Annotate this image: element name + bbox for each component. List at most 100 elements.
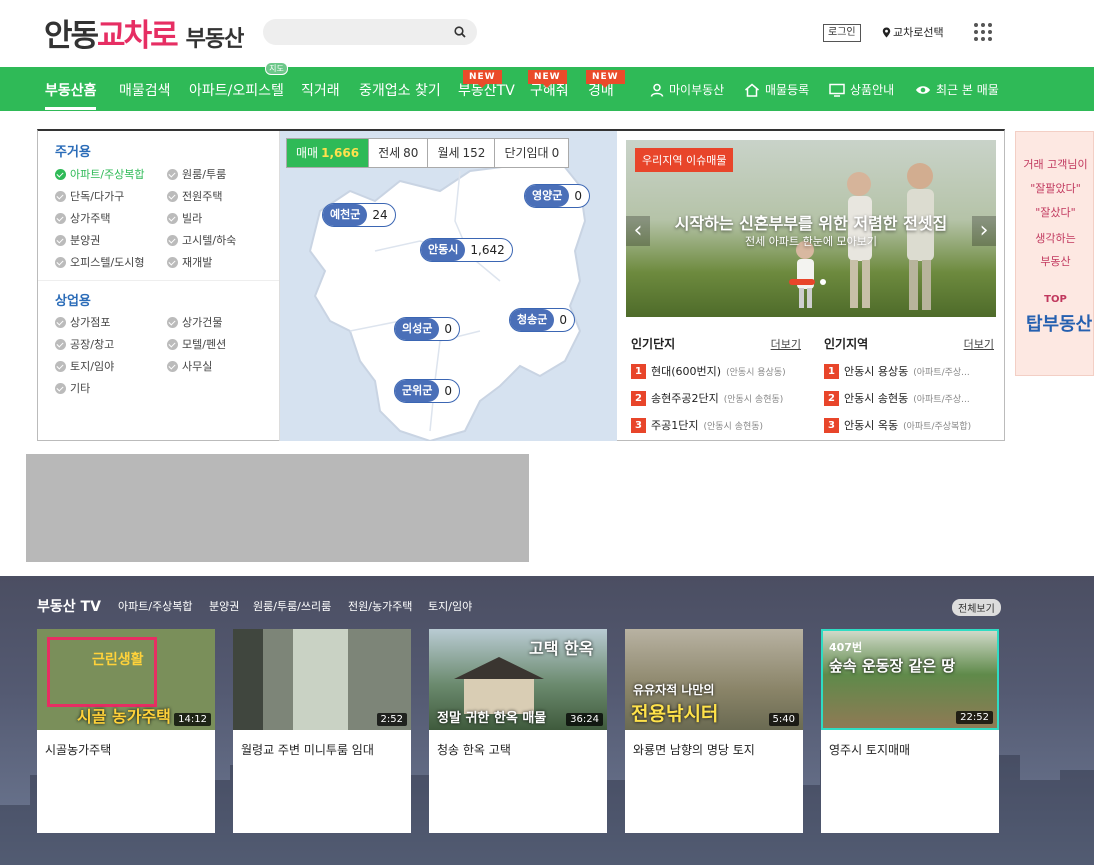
tv-view-all-button[interactable]: 전체보기 xyxy=(952,599,1001,616)
video-thumbnail[interactable]: 407번 숲속 운동장 같은 땅 22:52 xyxy=(821,629,999,730)
option-label: 고시텔/하숙 xyxy=(182,234,237,247)
popular-region-more-link[interactable]: 더보기 xyxy=(964,336,994,352)
banner-placeholder[interactable] xyxy=(26,454,529,562)
location-select-button[interactable]: 교차로선택 xyxy=(882,24,944,40)
option-redevelopment[interactable]: 재개발 xyxy=(167,254,212,270)
region-pin-yecheon[interactable]: 예천군 24 xyxy=(322,203,396,227)
option-motel[interactable]: 모텔/펜션 xyxy=(167,336,226,352)
nav-item-direct[interactable]: 직거래 xyxy=(301,80,340,100)
video-card[interactable]: 고택 한옥 정말 귀한 한옥 매물 36:24 청송 한옥 고택 xyxy=(429,629,607,833)
option-villa[interactable]: 빌라 xyxy=(167,210,202,226)
region-pin-gunwi[interactable]: 군위군 0 xyxy=(394,379,461,403)
popular-region-item[interactable]: 1 안동시 용상동 (아파트/주상... xyxy=(824,363,994,379)
video-caption[interactable]: 시골농가주택 xyxy=(45,741,111,758)
nav-my-realestate[interactable]: 마이부동산 xyxy=(650,81,724,98)
option-factory[interactable]: 공장/창고 xyxy=(55,336,114,352)
nav-item-request[interactable]: NEW 구해줘 xyxy=(528,70,569,100)
popular-complex-more-link[interactable]: 더보기 xyxy=(771,336,801,352)
option-office[interactable]: 사무실 xyxy=(167,358,212,374)
region-pin-cheongsong[interactable]: 청송군 0 xyxy=(509,308,576,332)
nav-item-home[interactable]: 부동산홈 xyxy=(45,80,97,100)
option-detached[interactable]: 단독/다가구 xyxy=(55,188,124,204)
tab-short-term[interactable]: 단기임대 0 xyxy=(494,139,568,167)
login-button[interactable]: 로그인 xyxy=(823,24,861,42)
slider-next-icon[interactable]: › xyxy=(972,216,996,246)
tv-tab-presale[interactable]: 분양권 xyxy=(209,598,239,614)
category-divider xyxy=(38,280,279,281)
video-caption[interactable]: 청송 한옥 고택 xyxy=(437,741,511,758)
tv-tab-country[interactable]: 전원/농가주택 xyxy=(348,598,412,614)
popular-complex-item[interactable]: 2 송현주공2단지 (안동시 송현동) xyxy=(631,390,801,406)
option-store[interactable]: 상가점포 xyxy=(55,314,110,330)
video-thumbnail[interactable]: 고택 한옥 정말 귀한 한옥 매물 36:24 xyxy=(429,629,607,730)
nav-product-info[interactable]: 상품안내 xyxy=(829,81,894,98)
checkbox-icon xyxy=(55,212,66,224)
popular-region-item[interactable]: 3 안동시 옥동 (아파트/주상복합) xyxy=(824,417,994,433)
option-building[interactable]: 상가건물 xyxy=(167,314,222,330)
option-apartment[interactable]: 아파트/주상복합 xyxy=(55,166,145,182)
video-card[interactable]: 근린생활 시골 농가주택 14:12 시골농가주택 xyxy=(37,629,215,833)
option-land[interactable]: 토지/임야 xyxy=(55,358,114,374)
nav-item-apartment[interactable]: 아파트/오피스텔 지도 xyxy=(189,62,288,100)
region-map[interactable]: 매매 1,666 전세 80 월세 152 단기임대 0 영양군 0 예천군 24 안동시 1… xyxy=(280,131,617,441)
option-officetel[interactable]: 오피스텔/도시형 xyxy=(55,254,145,270)
slider-dot-active[interactable] xyxy=(789,279,815,285)
option-oneroom[interactable]: 원룸/투룸 xyxy=(167,166,226,182)
side-advertisement[interactable]: 거래 고객님이 "잘팔았다" "잘샀다" 생각하는 부동산 TOP 탑부동산 xyxy=(1015,131,1094,376)
menu-grid-icon[interactable] xyxy=(974,23,992,41)
tv-title[interactable]: 부동산 TV xyxy=(37,596,101,616)
item-name: 안동시 옥동 xyxy=(844,419,899,432)
search-input[interactable] xyxy=(263,19,477,45)
site-logo[interactable]: 안동 교차로 부동산 xyxy=(44,10,244,55)
nav-register-listing[interactable]: 매물등록 xyxy=(744,81,809,98)
slider-dot[interactable] xyxy=(820,279,826,285)
nav-item-agency[interactable]: 중개업소 찾기 xyxy=(359,80,441,100)
search-icon[interactable] xyxy=(454,26,466,38)
video-card[interactable]: 유유자적 나만의 전용낚시터 5:40 와룡면 남향의 명당 토지 xyxy=(625,629,803,833)
tab-jeonse[interactable]: 전세 80 xyxy=(368,139,427,167)
nav-item-auction[interactable]: NEW 경매 xyxy=(586,70,625,100)
popular-complex-item[interactable]: 1 현대(600번지) (안동시 용상동) xyxy=(631,363,801,379)
tab-label: 단기임대 xyxy=(504,146,549,160)
option-label: 분양권 xyxy=(70,234,101,247)
region-pin-uiseong[interactable]: 의성군 0 xyxy=(394,317,461,341)
issue-slider[interactable]: 우리지역 이슈매물 시작하는 신혼부부를 위한 저렴한 전셋집 전세 아파트 한… xyxy=(626,140,996,317)
video-caption[interactable]: 월령교 주변 미니투룸 임대 xyxy=(241,741,374,758)
ad-text-line: "잘샀다" xyxy=(1035,206,1076,219)
ad-text-line: "잘팔았다" xyxy=(1030,182,1081,195)
nav-item-tv[interactable]: NEW 부동산TV xyxy=(458,70,515,100)
tab-sale[interactable]: 매매 1,666 xyxy=(287,139,369,167)
option-gositel[interactable]: 고시텔/하숙 xyxy=(167,232,236,248)
popular-region-item[interactable]: 2 안동시 송현동 (아파트/주상... xyxy=(824,390,994,406)
checkbox-icon xyxy=(55,382,66,394)
video-thumbnail[interactable]: 유유자적 나만의 전용낚시터 5:40 xyxy=(625,629,803,730)
rank-badge: 1 xyxy=(824,363,839,379)
option-country-house[interactable]: 전원주택 xyxy=(167,188,222,204)
tab-monthly[interactable]: 월세 152 xyxy=(427,139,494,167)
slider-prev-icon[interactable]: ‹ xyxy=(626,216,650,246)
video-card[interactable]: 2:52 월령교 주변 미니투룸 임대 xyxy=(233,629,411,833)
region-pin-yeongyang[interactable]: 영양군 0 xyxy=(524,184,591,208)
option-shop-house[interactable]: 상가주택 xyxy=(55,210,110,226)
option-presale[interactable]: 분양권 xyxy=(55,232,100,248)
slider-subtitle: 전세 아파트 한눈에 모아보기 xyxy=(745,235,877,248)
tv-tab-land[interactable]: 토지/임야 xyxy=(428,598,472,614)
popular-complex-item[interactable]: 3 주공1단지 (안동시 송현동) xyxy=(631,417,801,433)
tab-count: 152 xyxy=(462,146,486,160)
video-caption[interactable]: 영주시 토지매매 xyxy=(829,741,910,758)
option-etc[interactable]: 기타 xyxy=(55,380,90,396)
video-caption[interactable]: 와룡면 남향의 명당 토지 xyxy=(633,741,755,758)
tv-tab-apartment[interactable]: 아파트/주상복합 xyxy=(118,598,193,614)
video-card[interactable]: 407번 숲속 운동장 같은 땅 22:52 영주시 토지매매 xyxy=(821,629,999,833)
region-count: 0 xyxy=(444,322,453,336)
tv-tab-rooms[interactable]: 원룸/투룸/쓰리룸 xyxy=(253,598,331,614)
location-select-label: 교차로선택 xyxy=(893,26,944,39)
video-thumbnail[interactable]: 근린생활 시골 농가주택 14:12 xyxy=(37,629,215,730)
nav-right-label: 최근 본 매물 xyxy=(936,83,999,97)
nav-item-search[interactable]: 매물검색 xyxy=(119,80,171,100)
nav-recent-listings[interactable]: 최근 본 매물 xyxy=(915,81,999,98)
popular-region-title: 인기지역 xyxy=(824,337,869,351)
region-pin-andong[interactable]: 안동시 1,642 xyxy=(420,238,513,262)
eye-icon xyxy=(916,85,930,94)
video-thumbnail[interactable]: 2:52 xyxy=(233,629,411,730)
